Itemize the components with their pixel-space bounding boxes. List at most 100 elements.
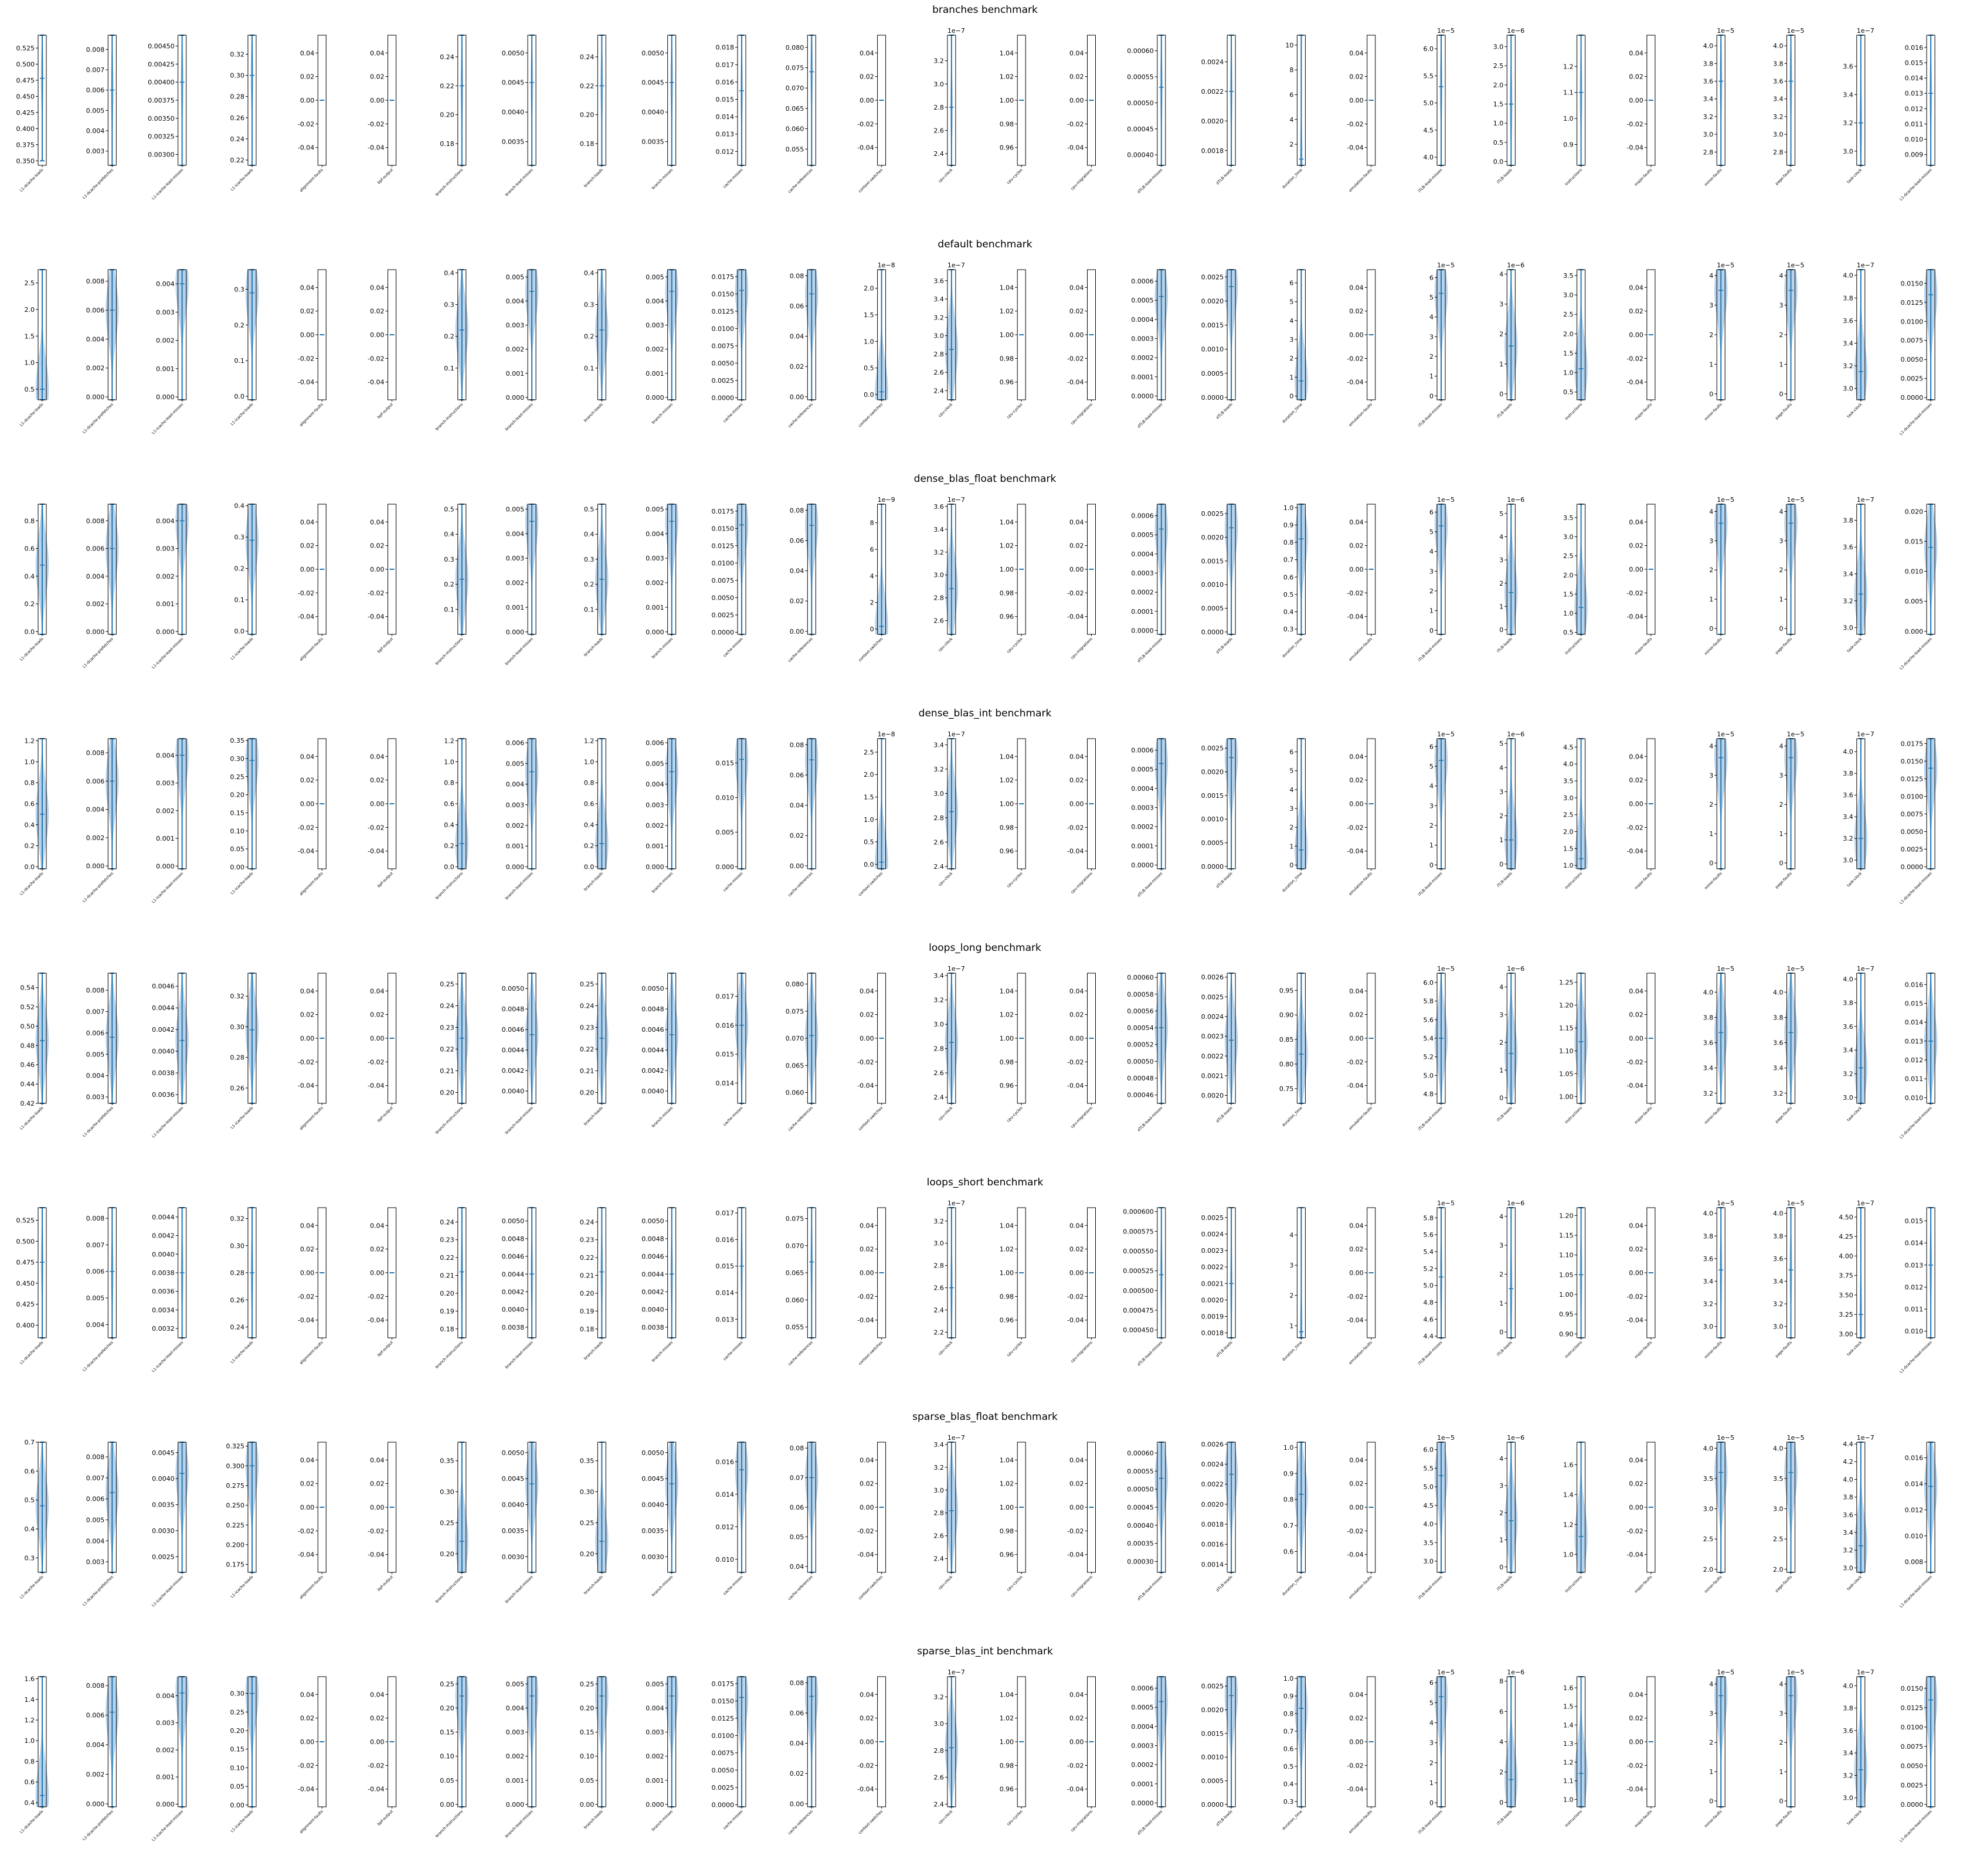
y-tick-label: 0.02 [860, 73, 874, 81]
y-tick-label: 0.004 [86, 1321, 105, 1328]
x-category-label: L1-dcache-loads [19, 1574, 45, 1600]
y-tick-label: 0.00 [300, 566, 315, 573]
x-category-label: branch-misses [651, 1809, 674, 1831]
x-category-label: bpf-output [376, 1809, 394, 1826]
y-tick-label: 4.0 [1773, 1445, 1784, 1452]
y-tick-label: 0.4 [25, 1799, 35, 1807]
x-category-label: major-faults [1633, 167, 1653, 187]
benchmark-row: sparse_blas_float benchmark0.30.40.50.60… [19, 1411, 1938, 1609]
y-tick-label: 3.6 [1773, 1039, 1784, 1047]
y-tick-label: 1.02 [1000, 1715, 1014, 1722]
y-tick-label: 2.8 [933, 814, 944, 822]
violin-panel: -0.04-0.020.000.020.04major-faults [1626, 35, 1656, 187]
y-tick-label: 0.0040 [502, 108, 525, 116]
axis-offset-label: 1e−7 [1857, 730, 1874, 738]
violin-panel: 4.04.55.05.56.01e−5iTLB-load-misses [1417, 27, 1455, 193]
y-tick-label: 0.04 [1349, 753, 1364, 760]
x-category-label: cache-references [787, 1340, 814, 1367]
x-category-label: L1-dcache-load-misses [1898, 1809, 1933, 1843]
violin-panel: 2.42.62.83.03.21e−7cpu-clock [933, 1668, 964, 1825]
x-category-label: context-switches [857, 1809, 884, 1835]
y-tick-label: 4 [1779, 1680, 1784, 1688]
x-category-label: cache-references [787, 402, 814, 429]
violin-panel: 024681e−9context-switches [857, 496, 895, 662]
violin-panel: 0.0000.0020.0040.0060.008L1-dcache-prefe… [81, 738, 119, 903]
y-tick-label: 2.4 [933, 387, 944, 395]
x-category-label: emulation-faults [1348, 1809, 1374, 1834]
y-tick-label: 0.44 [21, 1080, 35, 1088]
y-tick-label: 0.0002 [1131, 354, 1154, 362]
y-tick-label: 2.4 [933, 1094, 944, 1102]
y-tick-label: -0.02 [298, 120, 314, 128]
y-tick-label: 0.002 [506, 579, 525, 587]
y-tick-label: 0.004 [156, 517, 175, 525]
violin-panel: -0.04-0.020.000.020.04emulation-faults [1347, 1207, 1376, 1365]
y-tick-label: 0.20 [580, 1704, 595, 1712]
y-tick-label: 0.2 [444, 333, 454, 341]
violin-panel: -0.04-0.020.000.020.04major-faults [1626, 738, 1656, 891]
y-tick-label: 0.0020 [1201, 534, 1224, 542]
y-tick-label: 1.4 [1563, 1721, 1574, 1729]
violin-panel: 0.00.20.40.60.8L1-dcache-loads [19, 504, 49, 662]
y-tick-label: 0.30 [580, 1488, 595, 1496]
y-tick-label: 0.25 [580, 1680, 595, 1688]
violin-panel: -0.04-0.020.000.020.04cpu-migrations [1067, 1207, 1096, 1364]
y-tick-label: 0.80 [1279, 1061, 1294, 1068]
y-tick-label: 1.5 [1493, 101, 1504, 108]
x-category-label: cpu-cycles [1006, 402, 1024, 419]
y-tick-label: 0.04 [1069, 284, 1084, 291]
y-tick-label: 4.0 [1843, 976, 1853, 983]
x-category-label: major-faults [1633, 1340, 1653, 1360]
x-category-label: context-switches [857, 636, 884, 662]
x-category-label: branch-instructions [434, 1105, 464, 1135]
y-tick-label: 0.0050 [502, 985, 525, 993]
y-tick-label: 0.04 [300, 284, 315, 291]
y-tick-label: 0.0050 [641, 1449, 664, 1457]
y-tick-label: 1.0 [864, 816, 874, 824]
violin-panel: 0.51.01.52.02.5L1-dcache-loads [19, 269, 49, 427]
y-tick-label: 0.0150 [712, 1697, 735, 1705]
y-tick-label: 3.0 [933, 80, 944, 88]
x-category-label: minor-faults [1703, 1105, 1723, 1125]
y-tick-label: 0.52 [21, 1004, 35, 1011]
y-tick-label: 1.6 [1563, 1684, 1574, 1692]
y-tick-label: 0.00 [300, 800, 315, 808]
y-tick-label: 0.23 [440, 1236, 454, 1244]
y-tick-label: 0.016 [1905, 981, 1924, 988]
x-category-label: cpu-clock [938, 871, 954, 888]
x-category-label: minor-faults [1703, 636, 1723, 656]
y-tick-label: 0 [1779, 625, 1784, 633]
y-tick-label: 4.0 [1703, 988, 1714, 996]
violin-panel: 0.0100.0110.0120.0130.0140.0150.016L1-dc… [1898, 973, 1938, 1140]
violin-panel: -0.04-0.020.000.020.04major-faults [1626, 504, 1656, 656]
y-tick-label: 0.0050 [502, 1218, 525, 1225]
y-tick-label: 0.001 [506, 842, 525, 850]
y-tick-label: 6 [1499, 1708, 1503, 1715]
y-tick-label: -0.02 [1347, 120, 1363, 128]
y-tick-label: 0.0006 [1131, 747, 1154, 755]
y-tick-label: 0.080 [786, 44, 804, 52]
x-category-label: cpu-migrations [1070, 871, 1094, 895]
y-tick-label: 3.2 [1843, 362, 1853, 370]
y-tick-label: 0.2 [444, 581, 454, 589]
y-tick-label: 1.2 [584, 738, 595, 745]
y-tick-label: -0.04 [298, 1317, 314, 1324]
x-category-label: major-faults [1633, 871, 1653, 891]
y-tick-label: 4 [1709, 272, 1713, 280]
y-tick-label: 0.0050 [712, 359, 735, 367]
violin-panel: -0.04-0.020.000.020.04emulation-faults [1347, 738, 1376, 896]
y-tick-label: 0.0020 [1201, 769, 1224, 776]
y-tick-label: 0 [1709, 625, 1713, 633]
x-category-label: emulation-faults [1348, 871, 1374, 896]
y-tick-label: 0.007 [86, 66, 105, 74]
y-tick-label: 3.2 [1843, 1547, 1853, 1554]
y-tick-label: 3 [1709, 537, 1713, 545]
y-tick-label: 3 [1779, 537, 1784, 545]
y-tick-label: 0.004 [506, 781, 525, 789]
violin-panel: 0.00250.00300.00350.00400.0045L1-icache-… [151, 1442, 189, 1607]
y-tick-label: 0.0 [864, 861, 874, 868]
violin-panel: 0.51.01.52.02.53.03.5instructions [1563, 269, 1588, 421]
y-tick-label: 4.25 [1839, 1233, 1853, 1241]
y-tick-label: 1 [1709, 361, 1713, 368]
violin-panel: -0.04-0.020.000.020.04emulation-faults [1347, 973, 1376, 1131]
